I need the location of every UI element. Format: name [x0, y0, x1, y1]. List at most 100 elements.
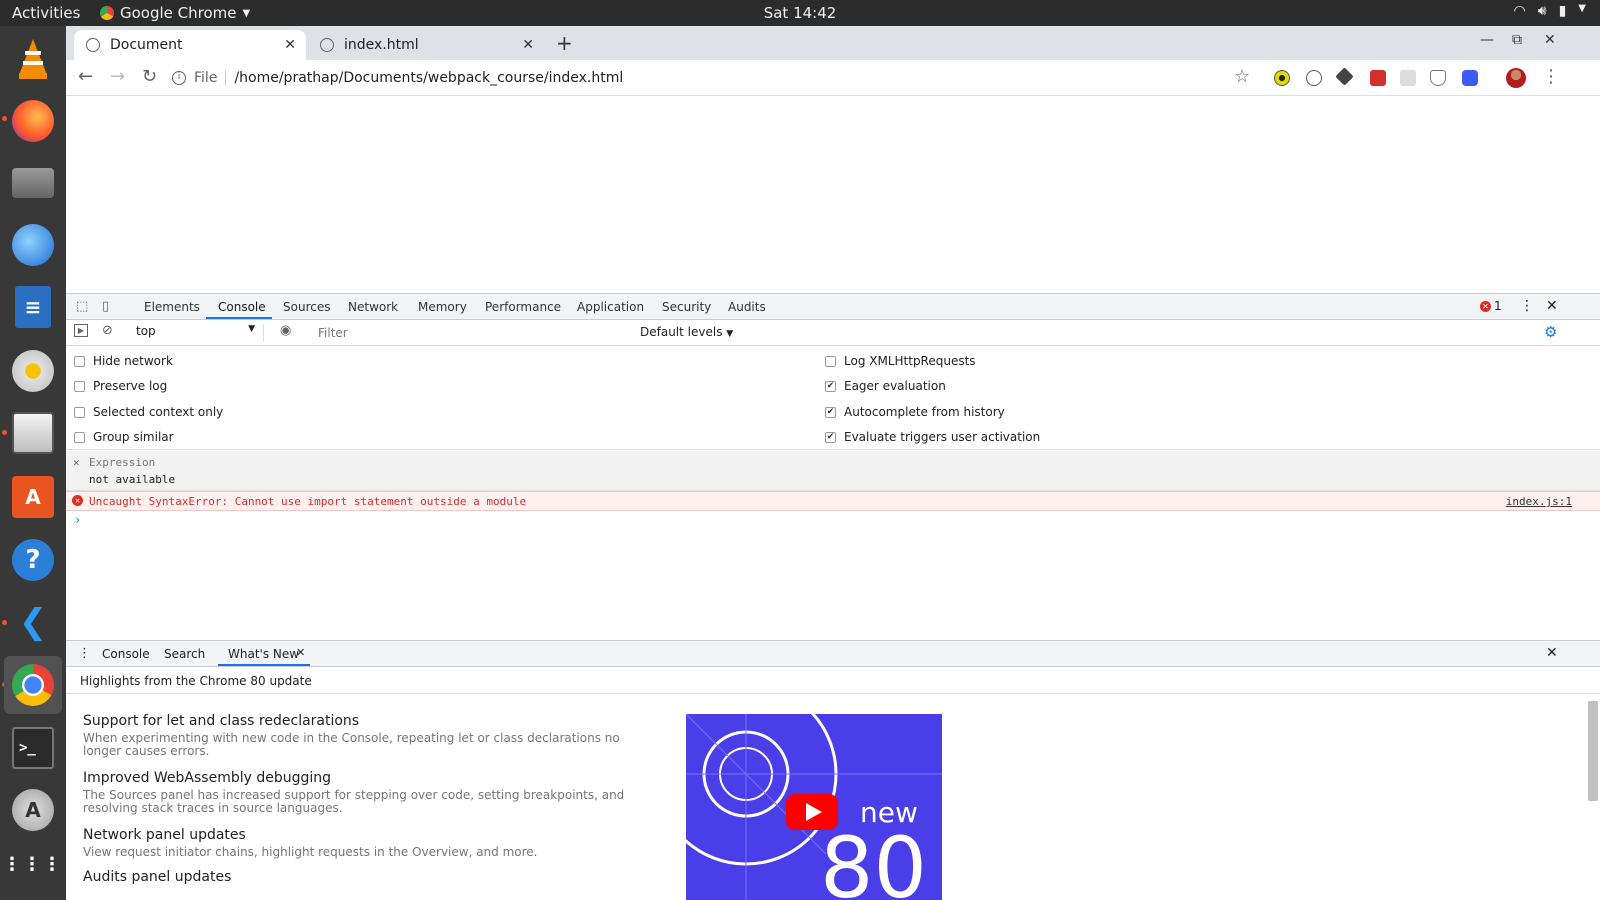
tab-performance[interactable]: Performance	[485, 300, 561, 314]
drawer-menu-icon[interactable]: ⋮	[78, 646, 91, 661]
close-icon[interactable]: ✕	[522, 37, 534, 53]
active-tab-indicator	[218, 664, 310, 666]
filter-input[interactable]	[312, 324, 632, 342]
thunderbird-icon[interactable]	[4, 216, 62, 274]
gear-icon[interactable]: ⚙	[1544, 323, 1557, 341]
software-updater-icon[interactable]: A	[4, 781, 62, 839]
shield-icon[interactable]	[1430, 70, 1446, 86]
terminal-icon[interactable]: >_	[4, 719, 62, 777]
extension-icon-4[interactable]	[1370, 70, 1386, 86]
rhythmbox-icon[interactable]	[4, 342, 62, 400]
chevron-down-icon[interactable]: ▼	[1578, 3, 1586, 19]
drawer-tab-console[interactable]: Console	[102, 647, 150, 661]
feature-title[interactable]: Audits panel updates	[83, 869, 643, 885]
vscode-icon[interactable]: ❮	[4, 593, 62, 651]
error-source-link[interactable]: index.js:1	[1506, 495, 1572, 508]
tab-memory[interactable]: Memory	[418, 300, 467, 314]
selected-context-option[interactable]: Selected context only	[74, 405, 223, 419]
log-levels-dropdown[interactable]: Default levels ▼	[640, 325, 733, 339]
kebab-menu-icon[interactable]: ⋮	[1542, 66, 1560, 87]
extension-icon-2[interactable]	[1306, 70, 1322, 86]
tab-security[interactable]: Security	[662, 300, 711, 314]
wifi-icon[interactable]: ◠	[1514, 3, 1526, 19]
close-devtools-icon[interactable]: ✕	[1546, 298, 1558, 314]
firefox-icon[interactable]	[4, 92, 62, 150]
volume-icon[interactable]: 🔊︎	[1538, 3, 1547, 19]
back-button[interactable]: ←	[78, 66, 93, 87]
address-bar[interactable]: i File /home/prathap/Documents/webpack_c…	[172, 64, 1262, 92]
reload-button[interactable]: ↻	[142, 66, 157, 87]
battery-icon[interactable]: ▮	[1559, 3, 1567, 19]
feature-title[interactable]: Improved WebAssembly debugging	[83, 770, 643, 786]
close-drawer-icon[interactable]: ✕	[1546, 645, 1558, 661]
checkbox-checked[interactable]: ✔	[825, 431, 836, 443]
checkbox[interactable]	[74, 406, 85, 418]
checkbox-checked[interactable]: ✔	[825, 380, 836, 392]
avatar[interactable]	[1506, 68, 1526, 88]
url-text[interactable]: /home/prathap/Documents/webpack_course/i…	[234, 70, 623, 86]
app-menu[interactable]: Google Chrome ▼	[100, 4, 250, 22]
tab-sources[interactable]: Sources	[283, 300, 330, 314]
files-icon[interactable]	[4, 404, 62, 462]
checkbox[interactable]	[825, 355, 836, 367]
feature-title[interactable]: Support for let and class redeclarations	[83, 713, 643, 729]
libreoffice-writer-icon[interactable]: ≡	[4, 278, 62, 336]
video-call-icon[interactable]	[1462, 70, 1478, 86]
whats-new-video-thumbnail[interactable]: new 80	[686, 714, 942, 900]
device-toolbar-icon[interactable]: ▯	[102, 299, 109, 314]
log-xhr-option[interactable]: Log XMLHttpRequests	[825, 354, 976, 368]
help-icon[interactable]: ?	[4, 531, 62, 589]
drawer-scrollbar[interactable]	[1588, 701, 1598, 801]
close-icon[interactable]: ✕	[296, 646, 305, 659]
new-tab-button[interactable]: +	[556, 31, 573, 55]
error-counter[interactable]: ✕ 1	[1480, 299, 1502, 313]
tab-console[interactable]: Console	[218, 300, 266, 314]
eager-evaluation-option[interactable]: ✔ Eager evaluation	[825, 379, 946, 393]
tab-document[interactable]: Document ✕	[74, 30, 306, 60]
extension-icon-1[interactable]	[1274, 70, 1290, 86]
sidebar-toggle-icon[interactable]: ▶	[74, 324, 88, 337]
show-apps-icon[interactable]: ⋮⋮⋮	[3, 836, 62, 894]
hide-network-option[interactable]: Hide network	[74, 354, 173, 368]
minimize-button[interactable]: —	[1480, 32, 1494, 48]
forward-button[interactable]: →	[110, 66, 125, 87]
activities-button[interactable]: Activities	[12, 4, 80, 22]
info-icon[interactable]: i	[172, 71, 186, 85]
checkbox[interactable]	[74, 355, 85, 367]
drawer-tab-search[interactable]: Search	[164, 647, 205, 661]
scanner-icon[interactable]	[4, 154, 62, 212]
chrome-icon[interactable]	[4, 656, 62, 714]
eye-icon[interactable]: ◉	[280, 323, 291, 338]
checkbox-checked[interactable]: ✔	[825, 406, 836, 418]
software-center-icon[interactable]: A	[4, 468, 62, 526]
checkbox[interactable]	[74, 431, 85, 443]
tab-network[interactable]: Network	[348, 300, 398, 314]
tab-elements[interactable]: Elements	[144, 300, 200, 314]
devtools-menu-icon[interactable]: ⋮	[1520, 298, 1534, 314]
drawer-tab-whats-new[interactable]: What's New	[228, 647, 299, 661]
vlc-icon[interactable]	[4, 30, 62, 88]
feature-title[interactable]: Network panel updates	[83, 827, 643, 843]
page-viewport[interactable]	[66, 97, 1600, 293]
autocomplete-history-option[interactable]: ✔ Autocomplete from history	[825, 405, 1005, 419]
group-similar-option[interactable]: Group similar	[74, 430, 174, 444]
tab-audits[interactable]: Audits	[728, 300, 766, 314]
clear-console-icon[interactable]: ⊘	[102, 323, 113, 338]
extension-icon-5[interactable]	[1400, 70, 1416, 86]
close-window-button[interactable]: ✕	[1544, 32, 1556, 48]
tab-index-html[interactable]: index.html ✕	[308, 30, 544, 60]
bookmark-star-icon[interactable]: ☆	[1234, 66, 1250, 87]
system-tray[interactable]: ◠ 🔊︎ ▮ ▼	[1514, 3, 1586, 19]
expression-label[interactable]: Expression	[89, 456, 155, 469]
inspect-element-icon[interactable]: ⬚	[76, 299, 88, 314]
extension-icon-3[interactable]	[1335, 67, 1354, 86]
console-prompt[interactable]: ›	[74, 513, 81, 527]
context-selector[interactable]: top ▼	[132, 324, 264, 342]
close-icon[interactable]: ✕	[73, 456, 80, 469]
checkbox[interactable]	[74, 380, 85, 392]
restore-button[interactable]: ⧉	[1512, 32, 1522, 48]
evaluate-triggers-option[interactable]: ✔ Evaluate triggers user activation	[825, 430, 1040, 444]
tab-application[interactable]: Application	[577, 300, 644, 314]
preserve-log-option[interactable]: Preserve log	[74, 379, 167, 393]
close-icon[interactable]: ✕	[284, 37, 296, 53]
